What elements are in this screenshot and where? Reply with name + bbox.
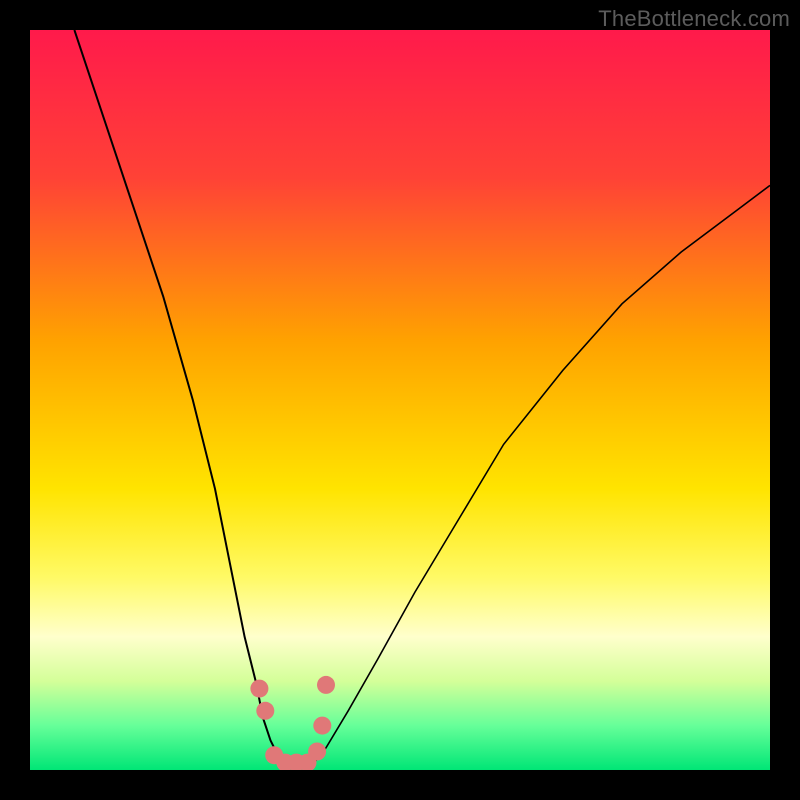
optimal-marker-dot (308, 743, 326, 761)
watermark-text: TheBottleneck.com (598, 6, 790, 32)
optimal-marker-dot (250, 680, 268, 698)
optimal-zone-markers (250, 676, 335, 770)
plot-area (30, 30, 770, 770)
chart-curves (30, 30, 770, 770)
right-branch-curve (311, 185, 770, 766)
left-branch-curve (74, 30, 285, 766)
optimal-marker-dot (256, 702, 274, 720)
chart-frame: TheBottleneck.com (0, 0, 800, 800)
optimal-marker-dot (313, 717, 331, 735)
optimal-marker-dot (317, 676, 335, 694)
